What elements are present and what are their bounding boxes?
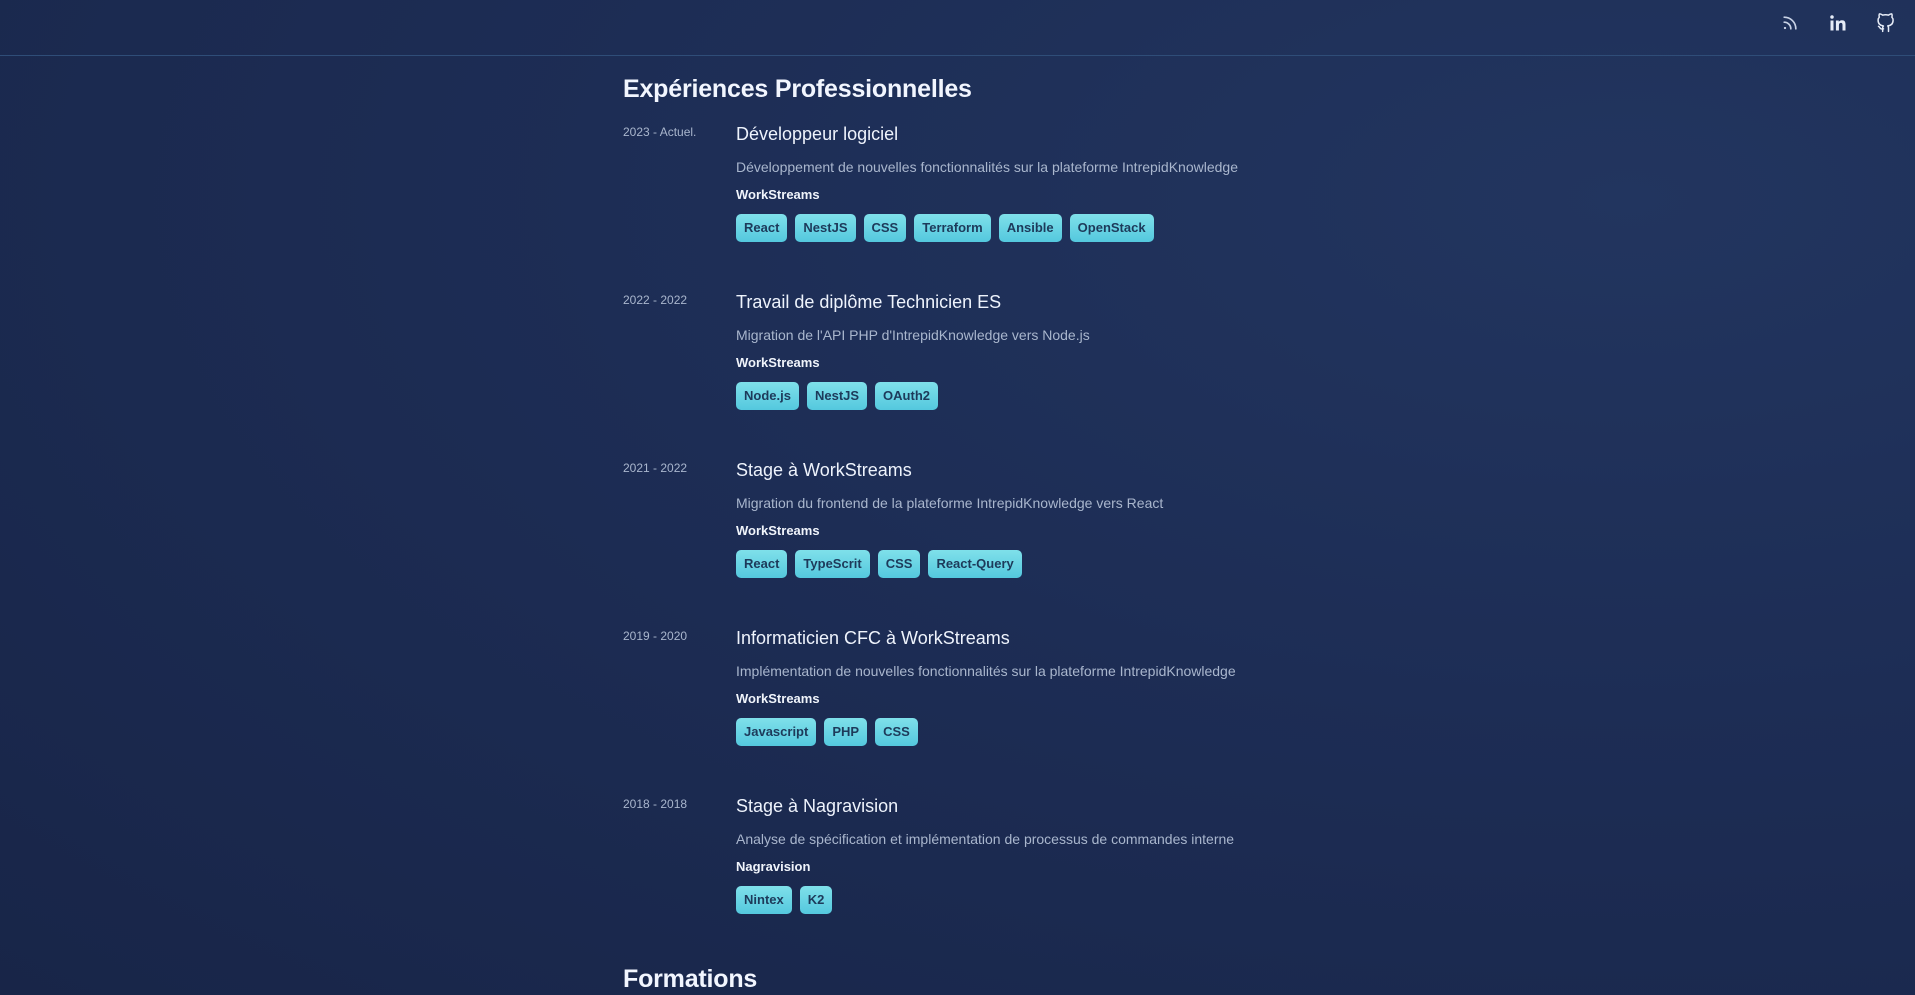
experience-period: 2023 - Actuel. — [623, 125, 697, 139]
tech-tag: NestJS — [795, 214, 856, 242]
experience-company: Nagravision — [736, 859, 811, 874]
experience-body: Stage à Nagravision Analyse de spécificat… — [736, 793, 1336, 914]
experience-period: 2018 - 2018 — [623, 797, 688, 811]
tech-tag: TypeScrit — [795, 550, 870, 578]
tag-list: React TypeScrit CSS React-Query — [736, 550, 1336, 578]
experience-item: 2023 - Actuel. Développeur logiciel Dévelo… — [623, 121, 1383, 289]
tech-tag: CSS — [877, 550, 921, 578]
experience-body: Stage à WorkStreams Migration du frontend… — [736, 457, 1336, 578]
tag-list: React NestJS CSS Terraform Ansible OpenStack — [736, 214, 1336, 242]
experience-description: Analyse de spécification et implémentati… — [736, 831, 1235, 847]
experience-title: Travail de diplôme Technicien ES — [736, 292, 1002, 312]
experience-item: 2019 - 2020 Informaticien CFC à WorkStrea… — [623, 625, 1383, 793]
experience-company: WorkStreams — [736, 523, 820, 538]
top-bar — [0, 0, 1915, 56]
experience-body: Développeur logiciel Développement de nou… — [736, 121, 1336, 242]
tag-list: Nintex K2 — [736, 886, 1336, 914]
experience-item: 2021 - 2022 Stage à WorkStreams Migration … — [623, 457, 1383, 625]
experience-title: Informaticien CFC à WorkStreams — [736, 628, 1010, 648]
linkedin-icon[interactable] — [1827, 12, 1849, 34]
experience-company: WorkStreams — [736, 691, 820, 706]
tech-tag: Node.js — [736, 382, 799, 410]
tech-tag: NestJS — [806, 382, 868, 410]
experience-body: Informaticien CFC à WorkStreams Implément… — [736, 625, 1336, 746]
experience-period: 2022 - 2022 — [623, 293, 688, 307]
tag-list: Javascript PHP CSS — [736, 718, 1336, 746]
experience-list: 2023 - Actuel. Développeur logiciel Dévelo… — [623, 121, 1383, 961]
experience-period: 2021 - 2022 — [623, 461, 688, 475]
experience-description: Implémentation de nouvelles fonctionnali… — [736, 663, 1236, 679]
tech-tag: PHP — [824, 718, 868, 746]
tech-tag: OpenStack — [1069, 214, 1154, 242]
tech-tag: CSS — [863, 214, 907, 242]
tech-tag: Terraform — [914, 214, 991, 242]
tech-tag: Nintex — [736, 886, 792, 914]
experience-description: Migration de l'API PHP d'IntrepidKnowled… — [736, 327, 1090, 343]
tech-tag: CSS — [875, 718, 918, 746]
experience-title: Stage à WorkStreams — [736, 460, 912, 480]
tech-tag: React — [736, 550, 788, 578]
experience-description: Développement de nouvelles fonctionnalit… — [736, 159, 1238, 175]
tech-tag: React — [736, 214, 788, 242]
tech-tag: Ansible — [998, 214, 1062, 242]
experience-body: Travail de diplôme Technicien ES Migratio… — [736, 289, 1336, 410]
experience-period: 2019 - 2020 — [623, 629, 688, 643]
experience-company: WorkStreams — [736, 187, 820, 202]
experience-title: Développeur logiciel — [736, 124, 899, 144]
tech-tag: K2 — [799, 886, 833, 914]
tech-tag: React-Query — [928, 550, 1022, 578]
tech-tag: OAuth2 — [875, 382, 938, 410]
experience-item: 2022 - 2022 Travail de diplôme Technicien… — [623, 289, 1383, 457]
main-content: Expériences Professionnelles 2023 - Actu… — [623, 75, 1383, 961]
rss-icon[interactable] — [1779, 12, 1801, 34]
experience-description: Migration du frontend de la plateforme I… — [736, 495, 1164, 511]
tag-list: Node.js NestJS OAuth2 — [736, 382, 1336, 410]
github-icon[interactable] — [1875, 12, 1897, 34]
tech-tag: Javascript — [736, 718, 817, 746]
experience-company: WorkStreams — [736, 355, 820, 370]
experiences-title: Expériences Professionnelles — [623, 75, 972, 103]
experience-item: 2018 - 2018 Stage à Nagravision Analyse de… — [623, 793, 1383, 961]
experience-title: Stage à Nagravision — [736, 796, 899, 816]
formations-title: Formations — [623, 965, 758, 993]
social-links — [1779, 12, 1897, 34]
